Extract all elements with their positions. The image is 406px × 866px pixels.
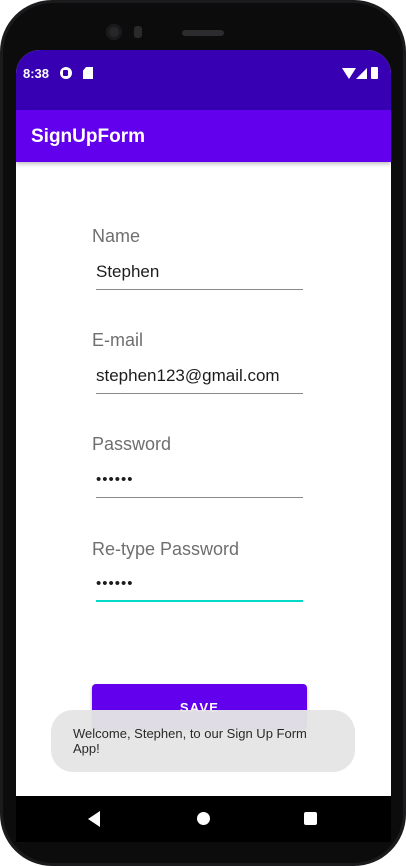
name-label: Name (92, 226, 141, 246)
status-time: 8:38 (23, 66, 50, 81)
screen: 8:38 SignUpForm Name E-mail Password Re-… (16, 50, 391, 830)
password-field[interactable] (96, 464, 303, 498)
navigation-bar (16, 796, 391, 842)
recents-icon[interactable] (304, 812, 317, 825)
home-icon[interactable] (197, 812, 210, 825)
sd-card-icon (83, 67, 93, 79)
phone-frame: 8:38 SignUpForm Name E-mail Password Re-… (0, 0, 406, 866)
signal-icon (356, 68, 367, 79)
retype-password-label: Re-type Password (92, 539, 240, 559)
email-field[interactable] (96, 360, 303, 394)
status-bar: 8:38 (16, 50, 391, 110)
camera-sensor (134, 26, 142, 38)
notification-icon (60, 67, 72, 79)
wifi-icon (342, 68, 356, 79)
app-title: SignUpForm (31, 126, 145, 147)
front-camera (106, 24, 122, 40)
password-label: Password (92, 434, 172, 454)
app-bar: SignUpForm (16, 110, 391, 162)
retype-password-field[interactable] (96, 568, 303, 602)
earpiece-speaker (182, 30, 224, 36)
toast-message: Welcome, Stephen, to our Sign Up Form Ap… (51, 710, 355, 772)
name-field[interactable] (96, 256, 303, 290)
email-label: E-mail (92, 330, 144, 350)
back-icon[interactable] (88, 811, 100, 827)
battery-icon (371, 67, 378, 79)
